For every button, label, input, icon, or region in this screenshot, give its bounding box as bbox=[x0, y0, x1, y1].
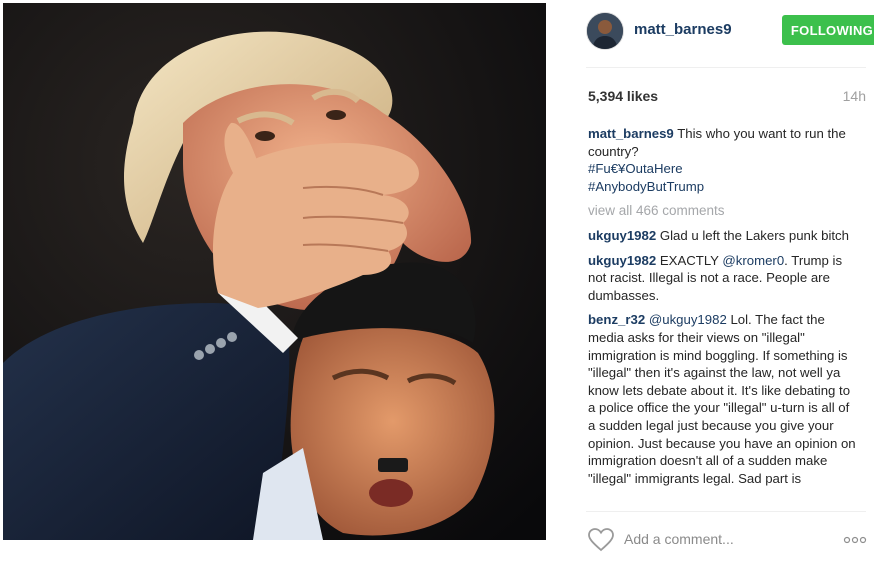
avatar[interactable] bbox=[586, 12, 624, 50]
view-all-comments-link[interactable]: view all 466 comments bbox=[588, 202, 858, 220]
comment-text: Glad u left the Lakers punk bitch bbox=[656, 227, 849, 243]
comment-username[interactable]: benz_r32 bbox=[588, 312, 645, 327]
comment-username[interactable]: ukguy1982 bbox=[588, 228, 656, 243]
comment-text: Lol. The fact the media asks for their v… bbox=[588, 312, 856, 486]
header-divider bbox=[586, 67, 866, 68]
post-image-illustration bbox=[3, 3, 546, 540]
post-sidebar: matt_barnes9 FOLLOWING 5,394 likes 14h m… bbox=[569, 0, 874, 563]
mention-link[interactable]: @ukguy1982 bbox=[649, 312, 727, 327]
caption: matt_barnes9 This who you want to run th… bbox=[588, 125, 858, 195]
author-username[interactable]: matt_barnes9 bbox=[634, 21, 732, 38]
avatar-icon bbox=[587, 13, 623, 49]
add-comment-input[interactable] bbox=[624, 531, 804, 547]
caption-username[interactable]: matt_barnes9 bbox=[588, 126, 674, 141]
instagram-post: matt_barnes9 FOLLOWING 5,394 likes 14h m… bbox=[0, 0, 874, 563]
post-image[interactable] bbox=[3, 3, 546, 540]
footer-divider bbox=[586, 511, 866, 512]
comment-username[interactable]: ukguy1982 bbox=[588, 253, 656, 268]
mention-link[interactable]: @kromer0 bbox=[722, 253, 784, 268]
comment-text: EXACTLY bbox=[656, 252, 723, 268]
comments-section: matt_barnes9 This who you want to run th… bbox=[588, 125, 858, 510]
more-options-icon[interactable] bbox=[843, 536, 867, 544]
comment-item: ukguy1982 EXACTLY @kromer0. Trump is not… bbox=[588, 252, 858, 305]
heart-icon[interactable] bbox=[588, 528, 614, 552]
hashtag-link[interactable]: #Fu€¥OutaHere bbox=[588, 160, 858, 178]
comment-item: ukguy1982 Glad u left the Lakers punk bi… bbox=[588, 227, 858, 245]
hashtag-link[interactable]: #AnybodyButTrump bbox=[588, 178, 858, 196]
comment-item: benz_r32 @ukguy1982 Lol. The fact the me… bbox=[588, 311, 858, 487]
post-header: matt_barnes9 FOLLOWING bbox=[586, 12, 874, 50]
following-button[interactable]: FOLLOWING bbox=[782, 15, 874, 45]
likes-count[interactable]: 5,394 likes bbox=[588, 88, 658, 104]
post-time[interactable]: 14h bbox=[843, 88, 866, 104]
